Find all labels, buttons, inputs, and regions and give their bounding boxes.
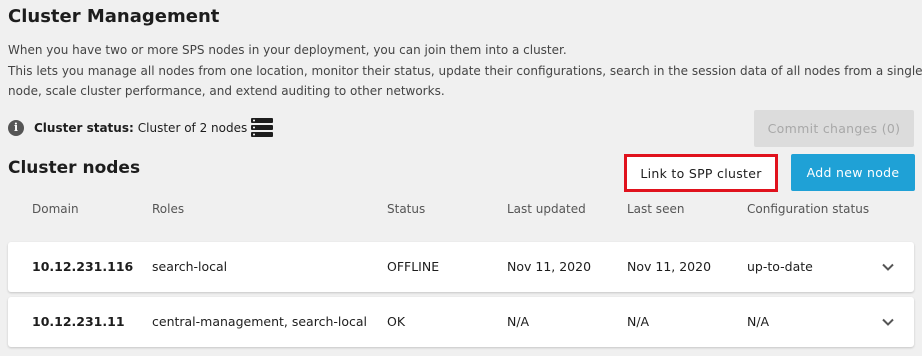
cluster-status-value: Cluster of 2 nodes bbox=[137, 121, 248, 135]
node-domain: 10.12.231.116 bbox=[32, 259, 134, 274]
node-status: OFFLINE bbox=[387, 259, 440, 274]
cluster-nodes-title: Cluster nodes bbox=[8, 158, 141, 178]
chevron-down-icon[interactable] bbox=[880, 314, 896, 330]
description-line: This lets you manage all nodes from one … bbox=[8, 63, 922, 78]
commit-changes-button[interactable]: Commit changes (0) bbox=[754, 110, 914, 147]
node-roles: search-local bbox=[152, 259, 228, 274]
column-header-configuration-status: Configuration status bbox=[747, 202, 870, 216]
description-line: When you have two or more SPS nodes in y… bbox=[8, 43, 567, 57]
page-title: Cluster Management bbox=[8, 6, 220, 27]
server-stack-icon bbox=[251, 118, 274, 138]
column-header-last-updated: Last updated bbox=[507, 202, 586, 216]
page-description: When you have two or more SPS nodes in y… bbox=[8, 40, 922, 102]
node-status: OK bbox=[387, 314, 406, 329]
chevron-down-icon[interactable] bbox=[880, 259, 896, 275]
node-last-seen: Nov 11, 2020 bbox=[627, 259, 712, 274]
node-roles: central-management, search-local bbox=[152, 314, 368, 329]
node-last-updated: Nov 11, 2020 bbox=[507, 259, 592, 274]
node-last-seen: N/A bbox=[627, 314, 650, 329]
column-header-status: Status bbox=[387, 202, 426, 216]
node-configuration-status: N/A bbox=[747, 314, 770, 329]
table-row[interactable]: 10.12.231.116 search-local OFFLINE Nov 1… bbox=[8, 242, 914, 292]
add-new-node-button[interactable]: Add new node bbox=[791, 154, 915, 191]
node-last-updated: N/A bbox=[507, 314, 530, 329]
column-header-last-seen: Last seen bbox=[627, 202, 685, 216]
info-icon: i bbox=[8, 120, 24, 136]
cluster-status-label: Cluster status: bbox=[34, 121, 134, 135]
node-configuration-status: up-to-date bbox=[747, 259, 813, 274]
link-to-spp-cluster-button[interactable]: Link to SPP cluster bbox=[624, 154, 778, 192]
column-header-roles: Roles bbox=[152, 202, 185, 216]
cluster-status: i Cluster status: Cluster of 2 nodes bbox=[8, 118, 274, 138]
table-row[interactable]: 10.12.231.11 central-management, search-… bbox=[8, 297, 914, 347]
node-domain: 10.12.231.11 bbox=[32, 314, 125, 329]
description-line: node, scale cluster performance, and ext… bbox=[8, 84, 445, 98]
column-header-domain: Domain bbox=[32, 202, 79, 216]
